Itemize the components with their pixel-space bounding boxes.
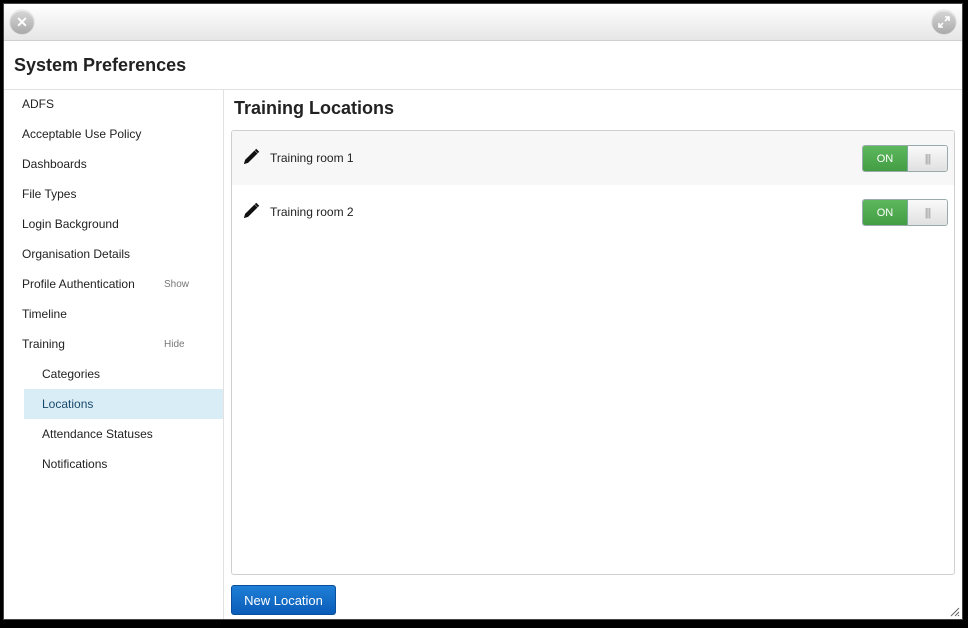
sidebar-item-label: Organisation Details (22, 247, 131, 261)
sidebar-item-login-background[interactable]: Login Background (4, 209, 223, 239)
sidebar-item-timeline[interactable]: Timeline (4, 299, 223, 329)
switch-on-label: ON (863, 146, 908, 171)
sidebar-item-dashboards[interactable]: Dashboards (4, 149, 223, 179)
body-area: ADFS Acceptable Use Policy Dashboards Fi… (4, 89, 962, 619)
sidebar-item-profile-authentication[interactable]: Profile Authentication Show (4, 269, 223, 299)
expand-icon[interactable] (932, 10, 956, 34)
main-content: Training Locations Training room 1 ON ||… (224, 89, 962, 619)
sidebar: ADFS Acceptable Use Policy Dashboards Fi… (4, 89, 224, 619)
title-bar: ✕ (4, 4, 962, 41)
location-name: Training room 1 (270, 151, 354, 165)
sidebar-item-label: Notifications (42, 457, 108, 471)
preferences-window: ✕ System Preferences ADFS Acceptable Use… (3, 3, 963, 620)
sidebar-item-label: Categories (42, 367, 101, 381)
switch-on-label: ON (863, 200, 908, 225)
new-location-button[interactable]: New Location (231, 585, 336, 615)
sidebar-item-training[interactable]: Training Hide (4, 329, 223, 359)
sidebar-item-label: Dashboards (22, 157, 87, 171)
locations-panel: Training room 1 ON ||| Training room 2 O… (231, 130, 955, 575)
switch-knob-grip-icon: ||| (908, 146, 947, 171)
sidebar-item-label: File Types (22, 187, 77, 201)
location-toggle-switch[interactable]: ON ||| (862, 199, 948, 226)
show-toggle[interactable]: Show (164, 279, 189, 290)
section-title: Training Locations (234, 98, 395, 118)
sidebar-item-label: Attendance Statuses (42, 427, 153, 441)
sidebar-item-organisation-details[interactable]: Organisation Details (4, 239, 223, 269)
sidebar-item-label: ADFS (22, 97, 55, 111)
sidebar-item-label: Login Background (22, 217, 119, 231)
sidebar-subitem-categories[interactable]: Categories (4, 359, 223, 389)
sidebar-item-adfs[interactable]: ADFS (4, 89, 223, 119)
sidebar-item-acceptable-use-policy[interactable]: Acceptable Use Policy (4, 119, 223, 149)
sidebar-subitem-locations[interactable]: Locations (24, 389, 223, 419)
sidebar-item-file-types[interactable]: File Types (4, 179, 223, 209)
location-toggle-switch[interactable]: ON ||| (862, 145, 948, 172)
sidebar-item-label: Profile Authentication (22, 277, 135, 291)
switch-knob-grip-icon: ||| (908, 200, 947, 225)
sidebar-item-label: Acceptable Use Policy (22, 127, 142, 141)
page-title: System Preferences (14, 54, 187, 75)
sidebar-item-label: Training (22, 337, 65, 351)
pencil-icon[interactable] (242, 202, 260, 220)
close-icon[interactable]: ✕ (10, 10, 34, 34)
list-item: Training room 1 ON ||| (232, 131, 954, 185)
location-name: Training room 2 (270, 205, 354, 219)
list-item: Training room 2 ON ||| (232, 185, 954, 239)
resize-grip-icon[interactable] (948, 605, 960, 617)
sidebar-subitem-attendance-statuses[interactable]: Attendance Statuses (4, 419, 223, 449)
sidebar-item-label: Timeline (22, 307, 67, 321)
hide-toggle[interactable]: Hide (164, 339, 185, 350)
page-header: System Preferences (4, 41, 962, 90)
sidebar-subitem-notifications[interactable]: Notifications (4, 449, 223, 479)
sidebar-item-label: Locations (42, 397, 94, 411)
pencil-icon[interactable] (242, 148, 260, 166)
